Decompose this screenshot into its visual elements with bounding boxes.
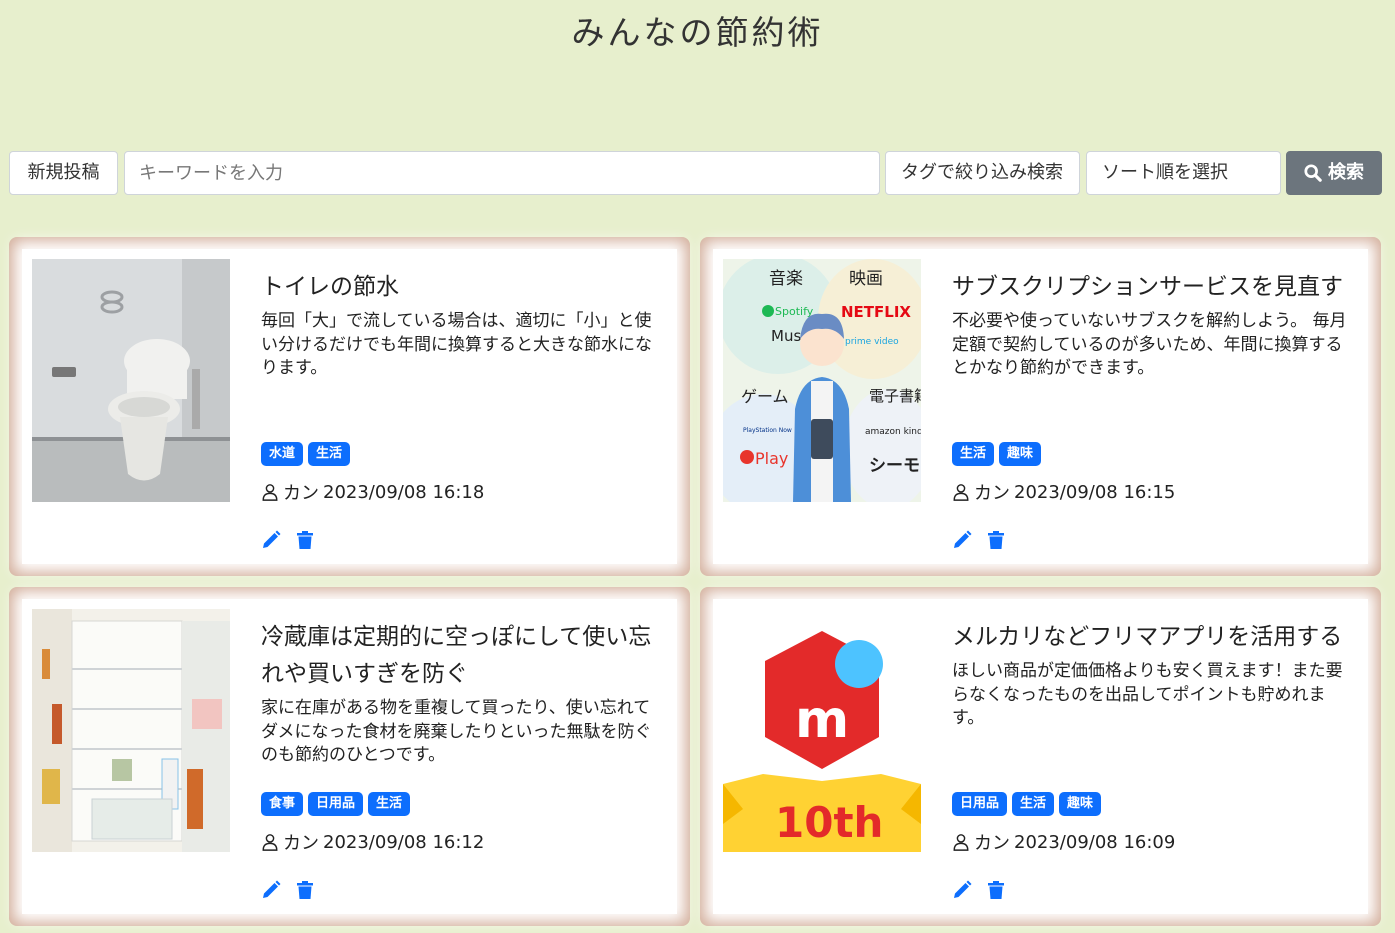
edit-pencil-icon[interactable]: [261, 880, 281, 900]
user-icon: [262, 834, 278, 851]
tag-badge[interactable]: 趣味: [1059, 792, 1102, 816]
keyword-search-input[interactable]: [124, 151, 880, 195]
search-button[interactable]: 検索: [1286, 151, 1382, 195]
tag-badge[interactable]: 日用品: [952, 792, 1008, 816]
tag-badge[interactable]: 趣味: [999, 442, 1042, 466]
edit-pencil-icon[interactable]: [261, 530, 281, 550]
post-title: トイレの節水: [261, 274, 399, 300]
svg-text:prime video: prime video: [845, 337, 899, 347]
post-meta: カン 2023/09/08 16:09: [952, 829, 1175, 855]
post-actions: [261, 530, 315, 550]
tag-list: 食事 日用品 生活: [261, 792, 411, 816]
post-author: カン: [283, 483, 319, 504]
post-meta: カン 2023/09/08 16:15: [952, 479, 1175, 505]
tag-badge[interactable]: 生活: [1012, 792, 1055, 816]
tag-badge[interactable]: 水道: [261, 442, 304, 466]
tag-list: 水道 生活: [261, 442, 351, 466]
tag-list: 日用品 生活 趣味: [952, 792, 1102, 816]
post-card: 音楽 Spotify Music 映画 NETFLIX prime video …: [700, 237, 1381, 576]
delete-trash-icon[interactable]: [295, 880, 315, 900]
delete-trash-icon[interactable]: [986, 880, 1006, 900]
svg-text:NETFLIX: NETFLIX: [841, 303, 911, 321]
subscription-illustration: 音楽 Spotify Music 映画 NETFLIX prime video …: [723, 259, 921, 502]
svg-text:電子書籍: 電子書籍: [869, 387, 921, 405]
svg-text:シーモア: シーモア: [869, 456, 921, 476]
svg-text:Play: Play: [755, 449, 788, 468]
post-meta: カン 2023/09/08 16:12: [261, 829, 484, 855]
svg-text:m: m: [795, 690, 849, 750]
tag-filter-select[interactable]: タグで絞り込み検索: [885, 151, 1080, 195]
delete-trash-icon[interactable]: [986, 530, 1006, 550]
post-datetime: 2023/09/08 16:12: [323, 831, 485, 853]
edit-pencil-icon[interactable]: [952, 880, 972, 900]
svg-text:PlayStation Now: PlayStation Now: [743, 427, 792, 434]
post-author: カン: [974, 833, 1010, 854]
new-post-button[interactable]: 新規投稿: [9, 151, 118, 195]
post-body: 家に在庫がある物を重複して買ったり、使い忘れてダメになった食材を廃棄したりといっ…: [261, 698, 652, 765]
svg-text:10th: 10th: [775, 798, 883, 847]
tag-badge[interactable]: 食事: [261, 792, 304, 816]
post-datetime: 2023/09/08 16:18: [323, 481, 485, 503]
post-actions: [261, 880, 315, 900]
post-meta: カン 2023/09/08 16:18: [261, 479, 484, 505]
post-actions: [952, 880, 1006, 900]
search-icon: [1304, 164, 1322, 182]
svg-text:Spotify: Spotify: [775, 305, 814, 318]
tag-list: 生活 趣味: [952, 442, 1042, 466]
user-icon: [953, 484, 969, 501]
toilet-photo: [32, 259, 230, 502]
mercari-logo: m 10th: [723, 609, 921, 852]
post-body: ほしい商品が定価価格よりも安く買えます！また要らなくなったものを出品してポイント…: [952, 661, 1343, 728]
svg-text:amazon kindle: amazon kindle: [865, 427, 921, 437]
user-icon: [953, 834, 969, 851]
post-datetime: 2023/09/08 16:09: [1014, 831, 1176, 853]
post-body: 不必要や使っていないサブスクを解約しよう。 毎月定額で契約しているのが多いため、…: [952, 311, 1347, 378]
fridge-photo: [32, 609, 230, 852]
user-icon: [262, 484, 278, 501]
page-title: みんなの節約術: [571, 13, 824, 52]
tag-badge[interactable]: 生活: [368, 792, 411, 816]
tag-badge[interactable]: 生活: [952, 442, 995, 466]
post-card: トイレの節水 毎回「大」で流している場合は、適切に「小」と使い分けるだけでも年間…: [9, 237, 690, 576]
post-actions: [952, 530, 1006, 550]
sort-order-select[interactable]: ソート順を選択: [1086, 151, 1281, 195]
post-datetime: 2023/09/08 16:15: [1014, 481, 1176, 503]
svg-text:音楽: 音楽: [769, 269, 803, 289]
edit-pencil-icon[interactable]: [952, 530, 972, 550]
search-button-label: 検索: [1328, 162, 1364, 183]
post-body: 毎回「大」で流している場合は、適切に「小」と使い分けるだけでも年間に換算すると大…: [261, 311, 652, 378]
post-author: カン: [283, 833, 319, 854]
tag-badge[interactable]: 生活: [308, 442, 351, 466]
post-title: 冷蔵庫は定期的に空っぽにして使い忘れや買いすぎを防ぐ: [261, 624, 652, 687]
post-title: メルカリなどフリマアプリを活用する: [952, 624, 1343, 650]
svg-text:ゲーム: ゲーム: [741, 387, 789, 406]
post-title: サブスクリプションサービスを見直す: [952, 274, 1343, 300]
delete-trash-icon[interactable]: [295, 530, 315, 550]
svg-text:映画: 映画: [849, 269, 883, 289]
post-card: m 10th メルカリなどフリマアプリを活用する ほしい商品が定価価格よりも安く…: [700, 587, 1381, 926]
post-card: 冷蔵庫は定期的に空っぽにして使い忘れや買いすぎを防ぐ 家に在庫がある物を重複して…: [9, 587, 690, 926]
tag-badge[interactable]: 日用品: [308, 792, 364, 816]
post-author: カン: [974, 483, 1010, 504]
